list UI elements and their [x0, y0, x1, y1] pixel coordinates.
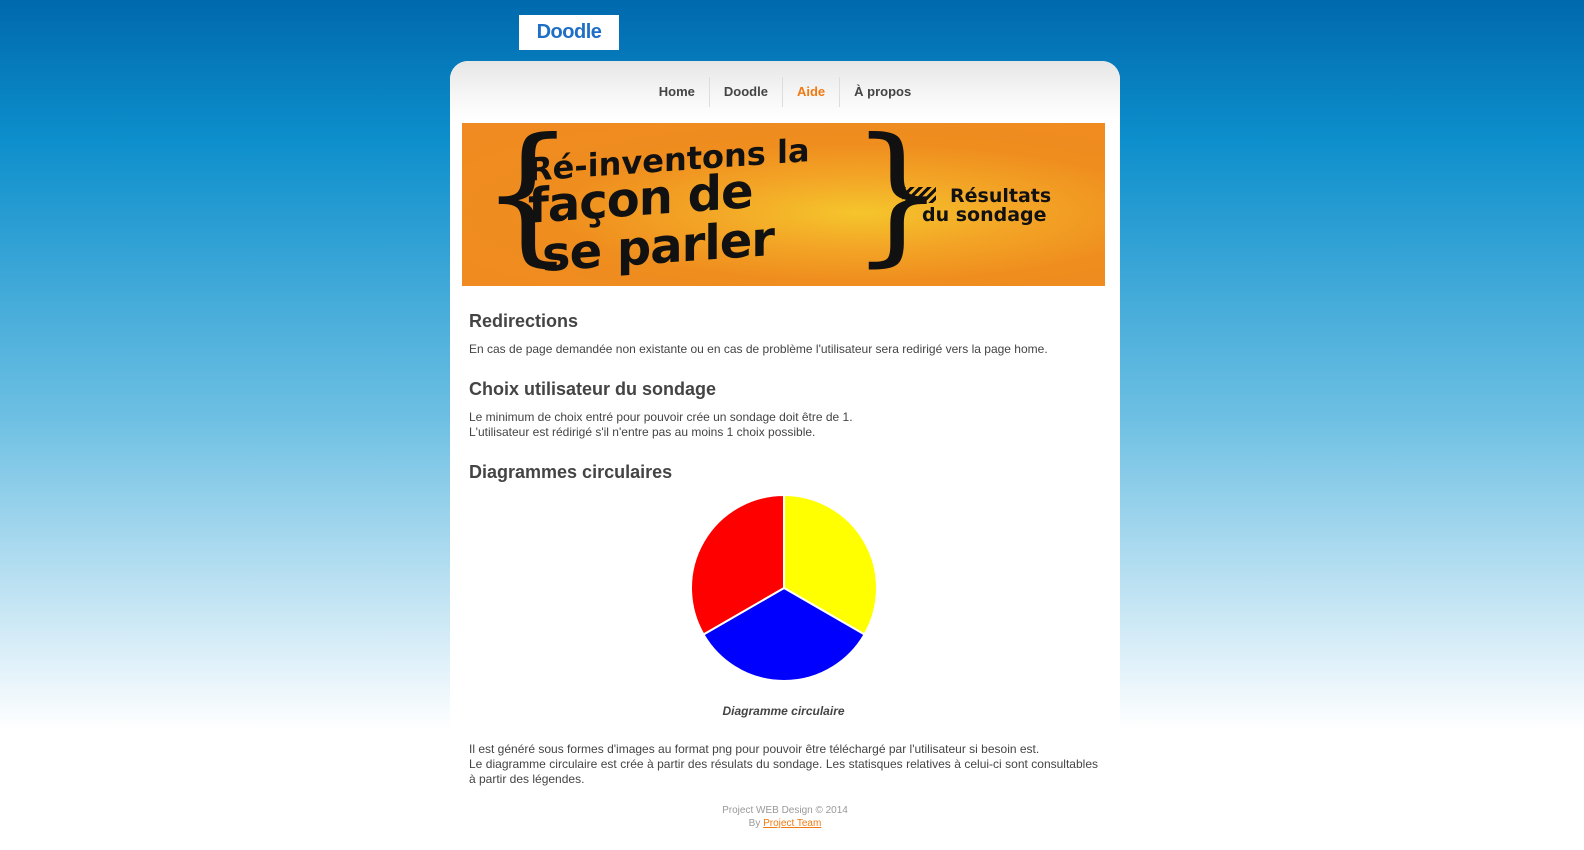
diagrammes-line2: Le diagramme circulaire est crée à parti…: [469, 757, 1098, 786]
banner-results: Résultats du sondage: [910, 187, 1051, 225]
main-container: Home Doodle Aide À propos { Ré-inventons…: [450, 61, 1120, 850]
header-banner: { Ré-inventons la façon de se parler } R…: [462, 123, 1105, 286]
section-text-redirections: En cas de page demandée non existante ou…: [469, 342, 1048, 356]
section-title-redirections: Redirections: [469, 311, 579, 331]
banner-results-line2: du sondage: [922, 204, 1047, 226]
choix-line1: Le minimum de choix entré pour pouvoir c…: [469, 410, 853, 424]
choix-line2: L'utilisateur est rédirigé s'il n'entre …: [469, 425, 816, 439]
footer-credit: By Project Team: [450, 817, 1120, 830]
footer: Project WEB Design © 2014 By Project Tea…: [450, 804, 1120, 830]
pie-caption: Diagramme circulaire: [722, 704, 845, 718]
nav-item-aide[interactable]: Aide: [783, 77, 841, 107]
pie-chart: [690, 493, 878, 682]
footer-copyright: Project WEB Design © 2014: [722, 805, 848, 816]
nav-item-a-propos[interactable]: À propos: [840, 77, 925, 107]
project-team-link[interactable]: Project Team: [763, 818, 821, 829]
section-title-choix: Choix utilisateur du sondage: [469, 379, 717, 399]
nav-item-home[interactable]: Home: [645, 77, 710, 107]
main-nav: Home Doodle Aide À propos: [450, 61, 1120, 121]
footer-by: By: [748, 818, 761, 829]
doodle-logo[interactable]: Doodle: [519, 15, 619, 50]
diagrammes-line1: Il est généré sous formes d'images au fo…: [469, 742, 1040, 756]
section-title-diagrammes: Diagrammes circulaires: [469, 462, 673, 482]
section-text-diagrammes: Il est généré sous formes d'images au fo…: [469, 742, 1098, 787]
nav-item-doodle[interactable]: Doodle: [710, 77, 783, 107]
section-text-choix: Le minimum de choix entré pour pouvoir c…: [469, 410, 853, 440]
